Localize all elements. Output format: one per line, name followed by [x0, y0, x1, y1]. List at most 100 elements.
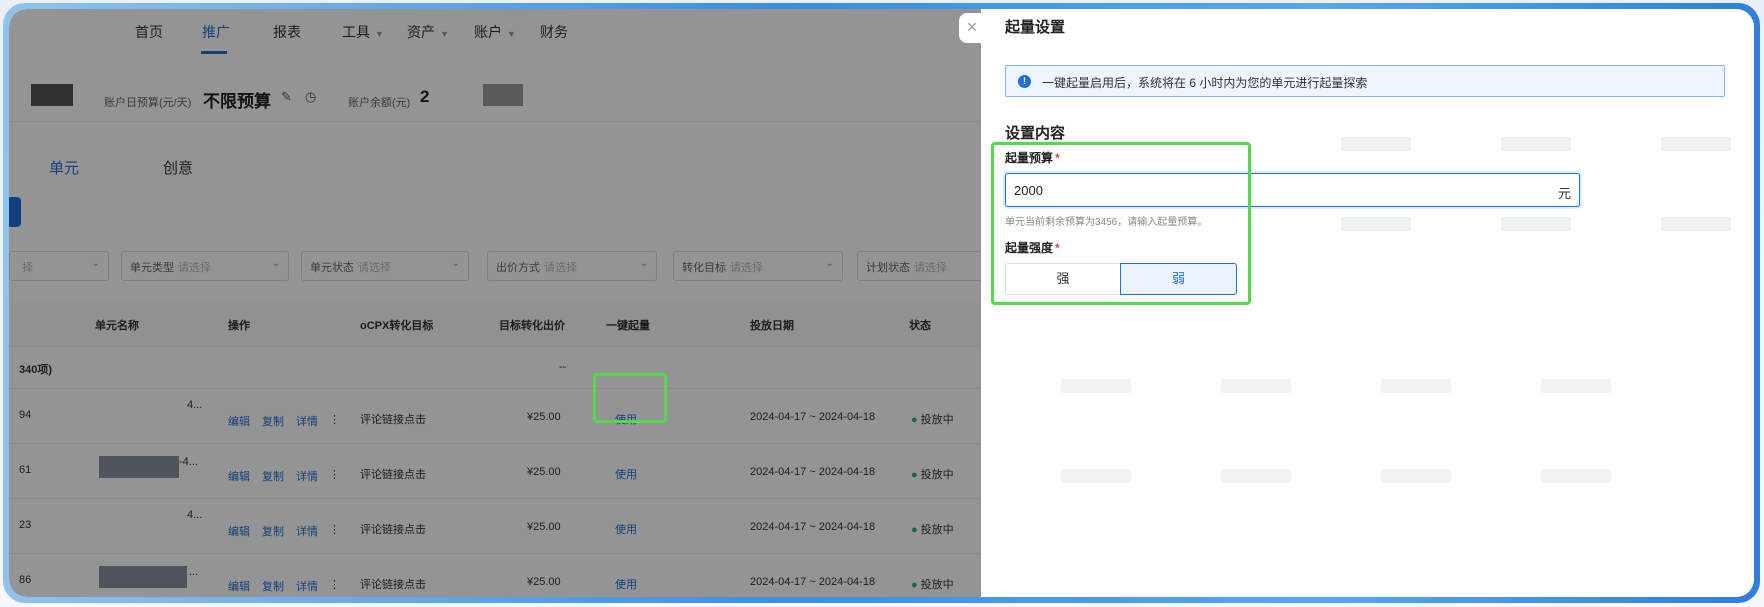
table-row: 61 -4... 编辑 复制 详情 ⋮ 评论链接点击 ¥25.00 使用 202… [9, 444, 981, 499]
filter-bid-method[interactable]: 出价方式 请选择 ⌄ [487, 251, 657, 281]
edit-icon[interactable]: ✎ [281, 89, 292, 105]
balance-value: 2 [420, 87, 430, 106]
row-id: 61 [19, 464, 32, 476]
nav-finance[interactable]: 财务 [540, 22, 568, 42]
screen: 首页 推广 报表 工具 ▼ 资产 ▼ 账户 ▼ 财务 账户日预算(元/天) 不限预算 … [9, 9, 1754, 597]
status-badge: ● 投放中 [911, 524, 954, 536]
filter-unit-status[interactable]: 单元状态 请选择 ⌄ [301, 251, 469, 281]
tab-unit[interactable]: 单元 [49, 157, 79, 178]
avatar [31, 84, 73, 106]
chevron-down-icon: ⌄ [639, 258, 648, 269]
highlight-settings [991, 142, 1251, 305]
filter-plan-status[interactable]: 计划状态 请选择 [857, 251, 981, 281]
filter-unknown[interactable]: 择 ⌄ [9, 251, 109, 281]
primary-button[interactable] [9, 197, 21, 227]
daily-budget-label: 账户日预算(元/天) [104, 97, 192, 109]
conversion-goal: 评论链接点击 [360, 469, 426, 481]
watermark [1381, 379, 1451, 393]
more-icon[interactable]: ⋮ [329, 413, 340, 426]
table-row: 94 4... 编辑 复制 详情 ⋮ 评论链接点击 ¥25.00 使用 2024… [9, 389, 981, 444]
filter-conversion-goal[interactable]: 转化目标 请选择 ⌄ [673, 251, 843, 281]
unit-name[interactable]: 4... [187, 509, 202, 521]
col-unit-name[interactable]: 单元名称 [95, 317, 139, 333]
watermark [1221, 469, 1291, 483]
nav-reports[interactable]: 报表 [273, 22, 301, 42]
copy-link[interactable]: 复制 [262, 578, 284, 594]
target-bid: ¥25.00 [527, 576, 561, 588]
watermark [1061, 469, 1131, 483]
watermark [1061, 379, 1131, 393]
detail-link[interactable]: 详情 [296, 578, 318, 594]
status-badge: ● 投放中 [911, 469, 954, 481]
balance-label: 账户余额(元) [348, 97, 411, 109]
highlight-boost-link [593, 373, 667, 423]
delivery-dates: 2024-04-17 ~ 2024-04-18 [750, 576, 876, 588]
conversion-goal: 评论链接点击 [360, 524, 426, 536]
boost-use-link[interactable]: 使用 [615, 576, 637, 592]
col-target-bid: 目标转化出价 [499, 320, 565, 332]
watermark [1541, 469, 1611, 483]
nav-assets[interactable]: 资产 ▼ [407, 22, 449, 42]
watermark [1501, 137, 1571, 151]
status-badge: ● 投放中 [911, 414, 954, 426]
blurred-unit-name [99, 566, 187, 588]
close-icon[interactable]: × [959, 13, 985, 43]
chevron-down-icon: ⌄ [825, 258, 834, 269]
copy-link[interactable]: 复制 [262, 413, 284, 429]
unit-name[interactable]: 4... [187, 399, 202, 411]
chevron-down-icon: ⌄ [271, 258, 280, 269]
summary-bid: -- [559, 361, 567, 373]
delivery-dates: 2024-04-17 ~ 2024-04-18 [750, 411, 876, 423]
delivery-dates: 2024-04-17 ~ 2024-04-18 [750, 466, 876, 478]
unit-name[interactable]: ... [189, 566, 198, 578]
chevron-down-icon: ▼ [440, 29, 449, 39]
section-title: 设置内容 [1005, 125, 1066, 142]
boost-use-link[interactable]: 使用 [615, 466, 637, 482]
tab-creative[interactable]: 创意 [163, 157, 193, 178]
boost-use-link[interactable]: 使用 [615, 521, 637, 537]
info-icon: ! [1018, 75, 1031, 88]
top-nav: 首页 推广 报表 工具 ▼ 资产 ▼ 账户 ▼ 财务 [9, 9, 981, 55]
target-bid: ¥25.00 [527, 466, 561, 478]
delivery-dates: 2024-04-17 ~ 2024-04-18 [750, 521, 876, 533]
watermark [1341, 217, 1411, 231]
watermark [1541, 379, 1611, 393]
content-area: 单元 创意 择 ⌄ 单元类型 请选择 ⌄ 单元状态 请选择 ⌄ 出价方式 请选择 ⌄ 转化目标… [9, 133, 981, 593]
detail-link[interactable]: 详情 [296, 468, 318, 484]
nav-promotion[interactable]: 推广 [202, 22, 230, 42]
nav-account[interactable]: 账户 ▼ [474, 22, 516, 42]
more-icon[interactable]: ⋮ [329, 468, 340, 481]
blurred-unit-name [99, 456, 179, 478]
row-id: 86 [19, 574, 32, 586]
detail-link[interactable]: 详情 [296, 523, 318, 539]
nav-home[interactable]: 首页 [135, 22, 163, 42]
filter-unit-type[interactable]: 单元类型 请选择 ⌄ [121, 251, 289, 281]
target-bid: ¥25.00 [527, 411, 561, 423]
col-delivery-date: 投放日期 [750, 320, 794, 332]
more-icon[interactable]: ⋮ [329, 523, 340, 536]
more-icon[interactable]: ⋮ [329, 578, 340, 591]
copy-link[interactable]: 复制 [262, 468, 284, 484]
edit-link[interactable]: 编辑 [228, 523, 250, 539]
daily-budget-value: 不限预算 [203, 92, 271, 111]
watermark [1381, 469, 1451, 483]
target-bid: ¥25.00 [527, 521, 561, 533]
table-summary-row: 340项) -- [9, 347, 981, 389]
nav-tools[interactable]: 工具 ▼ [342, 22, 384, 42]
window-frame: 首页 推广 报表 工具 ▼ 资产 ▼ 账户 ▼ 财务 账户日预算(元/天) 不限预算 … [3, 3, 1760, 603]
copy-link[interactable]: 复制 [262, 523, 284, 539]
info-text: 一键起量启用后，系统将在 6 小时内为您的单元进行起量探索 [1042, 76, 1368, 90]
clock-icon[interactable]: ◷ [305, 89, 316, 105]
edit-link[interactable]: 编辑 [228, 468, 250, 484]
chevron-down-icon: ▼ [375, 29, 384, 39]
edit-link[interactable]: 编辑 [228, 413, 250, 429]
watermark [1661, 217, 1731, 231]
drawer-title: 起量设置 [1005, 19, 1066, 36]
table-row: 23 4... 编辑 复制 详情 ⋮ 评论链接点击 ¥25.00 使用 2024… [9, 499, 981, 554]
edit-link[interactable]: 编辑 [228, 578, 250, 594]
summary-count: 340项) [19, 364, 53, 376]
row-id: 23 [19, 519, 32, 531]
detail-link[interactable]: 详情 [296, 413, 318, 429]
conversion-goal: 评论链接点击 [360, 579, 426, 591]
unit-name[interactable]: -4... [179, 456, 198, 468]
